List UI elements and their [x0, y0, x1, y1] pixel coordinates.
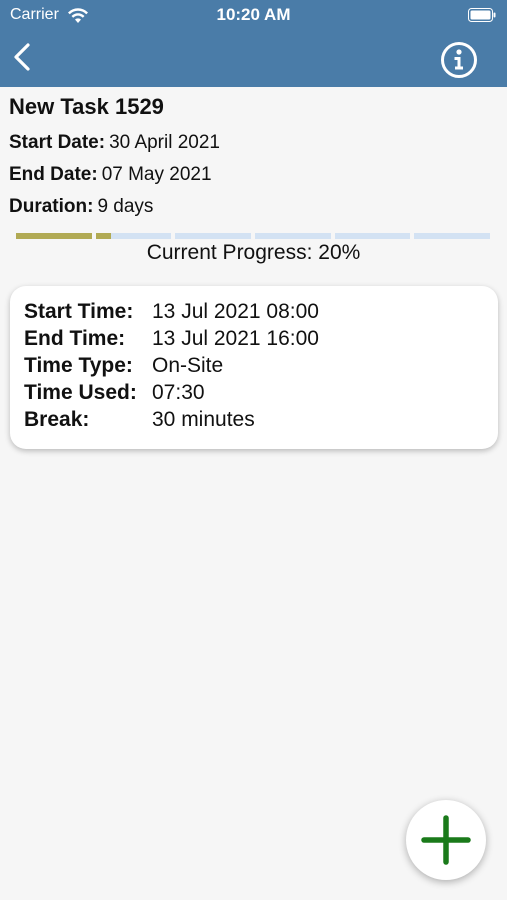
end-date-label: End Date: [9, 164, 98, 185]
app-header: Carrier 10:20 AM [0, 0, 507, 87]
start-time-value: 13 Jul 2021 08:00 [152, 300, 319, 323]
start-date-value: 30 April 2021 [109, 132, 220, 153]
duration-row: Duration: 9 days [9, 196, 153, 218]
status-bar: Carrier 10:20 AM [0, 0, 507, 30]
progress-bar [16, 233, 490, 239]
duration-label: Duration: [9, 196, 94, 217]
end-time-row: End Time: 13 Jul 2021 16:00 [24, 327, 319, 351]
time-type-value: On-Site [152, 354, 224, 377]
start-date-label: Start Date: [9, 132, 106, 153]
task-title: New Task 1529 [9, 94, 164, 119]
time-used-row: Time Used: 07:30 [24, 381, 205, 405]
start-date-row: Start Date: 30 April 2021 [9, 132, 220, 154]
end-time-label: End Time: [24, 327, 126, 350]
status-time: 10:20 AM [216, 5, 291, 24]
add-time-entry-button[interactable] [406, 800, 486, 880]
time-type-label: Time Type: [24, 354, 133, 377]
progress-segment [255, 233, 331, 239]
start-time-label: Start Time: [24, 300, 134, 323]
progress-segment [334, 233, 411, 239]
time-used-value: 07:30 [152, 381, 205, 404]
time-used-label: Time Used: [24, 381, 137, 404]
progress-label: Current Progress: 20% [146, 241, 361, 264]
time-type-row: Time Type: On-Site [24, 354, 223, 378]
info-button[interactable] [440, 41, 478, 79]
progress-segment-fill [16, 233, 92, 239]
end-time-value: 13 Jul 2021 16:00 [152, 327, 319, 350]
end-date-row: End Date: 07 May 2021 [9, 164, 212, 186]
break-value: 30 minutes [152, 408, 255, 431]
battery-icon [468, 8, 496, 22]
break-row: Break: 30 minutes [24, 408, 255, 432]
duration-value: 9 days [97, 196, 154, 217]
time-entry-card[interactable]: Start Time: 13 Jul 2021 08:00 End Time: 13… [10, 286, 498, 449]
end-date-value: 07 May 2021 [101, 164, 212, 185]
progress-segment [414, 233, 490, 239]
plus-icon [421, 815, 471, 865]
progress-segment [175, 233, 251, 239]
back-button[interactable] [8, 40, 38, 74]
start-time-row: Start Time: 13 Jul 2021 08:00 [24, 300, 319, 324]
break-label: Break: [24, 408, 90, 431]
progress-segment-fill [95, 233, 111, 239]
